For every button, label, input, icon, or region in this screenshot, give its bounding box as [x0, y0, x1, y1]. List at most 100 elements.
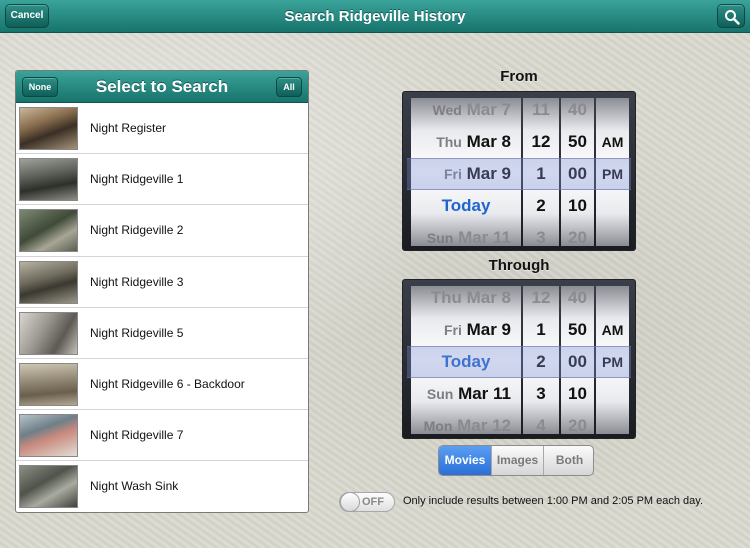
minute-option[interactable]: 10	[561, 378, 594, 410]
media-type-images-segment[interactable]: Images	[491, 446, 543, 475]
camera-name: Night Ridgeville 7	[90, 428, 184, 443]
camera-thumbnail	[19, 362, 78, 406]
minute-option[interactable]: 00	[561, 346, 594, 378]
ampm-option[interactable]	[596, 410, 629, 434]
date-label: Mar 9	[466, 164, 511, 183]
media-type-movies-segment[interactable]: Movies	[439, 446, 491, 475]
from-ampm-wheel[interactable]: AM PM	[596, 98, 629, 246]
date-option[interactable]: Mon Mar 12	[411, 410, 521, 434]
weekday-label: Fri	[443, 166, 462, 182]
date-option[interactable]: Thu Mar 8	[411, 286, 521, 314]
from-date-time-picker[interactable]: Wed Mar 7 Thu Mar 8 Fri Mar 9 Today Sun Mar …	[402, 91, 636, 251]
date-option[interactable]: Sun Mar 11	[411, 378, 521, 410]
camera-name: Night Register	[90, 121, 167, 135]
camera-list: Night Register Night Ridgeville 1 Night Ri…	[16, 103, 308, 512]
weekday-label: Thu	[436, 134, 462, 150]
minute-option[interactable]: 20	[561, 222, 594, 246]
hour-option[interactable]: 3	[523, 222, 559, 246]
hour-option[interactable]: 11	[523, 98, 559, 126]
camera-name: Night Ridgeville 1	[90, 172, 184, 187]
select-all-button[interactable]: All	[276, 77, 302, 97]
date-label: Mar 11	[458, 384, 511, 403]
ampm-option[interactable]	[596, 98, 629, 126]
date-label: Mar 11	[458, 228, 511, 246]
minute-option[interactable]: 20	[561, 410, 594, 434]
from-dates-wheel[interactable]: Wed Mar 7 Thu Mar 8 Fri Mar 9 Today Sun Mar …	[411, 98, 521, 246]
date-label: Today	[441, 196, 491, 215]
date-option[interactable]: Sun Mar 11	[411, 222, 521, 246]
date-label: Mar 12	[457, 416, 511, 434]
camera-row[interactable]: Night Ridgeville 3	[16, 257, 308, 308]
minute-option[interactable]: 00	[561, 158, 594, 190]
camera-row[interactable]: Night Wash Sink	[16, 461, 308, 512]
date-option[interactable]: Wed Mar 7	[411, 98, 521, 126]
from-hours-wheel[interactable]: 11 12 1 2 3	[523, 98, 559, 246]
ampm-option[interactable]	[596, 222, 629, 246]
page-title: Search Ridgeville History	[284, 8, 466, 25]
weekday-label: Sun	[426, 386, 454, 402]
camera-row[interactable]: Night Ridgeville 5	[16, 308, 308, 359]
from-minutes-wheel[interactable]: 40 50 00 10 20	[561, 98, 594, 246]
time-filter-description: Only include results between 1:00 PM and…	[403, 495, 704, 507]
search-button[interactable]	[717, 4, 745, 28]
date-label: Today	[441, 352, 491, 371]
hour-option[interactable]: 2	[523, 190, 559, 222]
weekday-label: Mon	[423, 418, 453, 434]
hour-option[interactable]: 1	[523, 314, 559, 346]
hour-option[interactable]: 1	[523, 158, 559, 190]
weekday-label: Fri	[443, 322, 462, 338]
from-label: From	[500, 68, 538, 85]
through-label: Through	[488, 257, 550, 274]
top-navigation-bar: Cancel Search Ridgeville History	[0, 0, 750, 33]
date-label: Thu Mar 8	[430, 288, 511, 307]
camera-thumbnail	[19, 414, 78, 458]
hour-option[interactable]: 2	[523, 346, 559, 378]
hour-option[interactable]: 3	[523, 378, 559, 410]
through-date-time-picker[interactable]: Thu Mar 8 Fri Mar 9 Today Sun Mar 11 Mon Mar…	[402, 279, 636, 439]
date-option[interactable]: Fri Mar 9	[411, 314, 521, 346]
camera-panel-title: Select to Search	[95, 77, 229, 96]
camera-thumbnail	[19, 465, 78, 509]
date-option[interactable]: Thu Mar 8	[411, 126, 521, 158]
date-option[interactable]: Fri Mar 9	[411, 158, 521, 190]
search-icon	[725, 10, 740, 25]
ampm-option[interactable]: PM	[596, 158, 629, 190]
weekday-label: Sun	[426, 230, 454, 246]
through-hours-wheel[interactable]: 12 1 2 3 4	[523, 286, 559, 434]
camera-row[interactable]: Night Ridgeville 7	[16, 410, 308, 462]
minute-option[interactable]: 40	[561, 98, 594, 126]
minute-option[interactable]: 10	[561, 190, 594, 222]
camera-name: Night Ridgeville 6 - Backdoor	[90, 376, 245, 391]
camera-thumbnail	[19, 158, 78, 202]
camera-row[interactable]: Night Ridgeville 6 - Backdoor	[16, 359, 308, 411]
toggle-state-label: OFF	[362, 496, 384, 508]
camera-thumbnail	[19, 107, 78, 150]
camera-row[interactable]: Night Ridgeville 1	[16, 154, 308, 206]
ampm-option[interactable]	[596, 286, 629, 314]
minute-option[interactable]: 50	[561, 314, 594, 346]
date-option[interactable]: Today	[411, 346, 521, 378]
media-type-both-segment[interactable]: Both	[543, 446, 593, 475]
ampm-option[interactable]: AM	[596, 126, 629, 158]
weekday-label: Wed	[432, 102, 462, 118]
time-filter-toggle[interactable]: OFF	[339, 492, 395, 512]
date-option[interactable]: Today	[411, 190, 521, 222]
hour-option[interactable]: 12	[523, 286, 559, 314]
ampm-option[interactable]: AM	[596, 314, 629, 346]
hour-option[interactable]: 4	[523, 410, 559, 434]
date-label: Mar 9	[466, 320, 511, 339]
camera-row[interactable]: Night Register	[16, 103, 308, 155]
through-ampm-wheel[interactable]: AM PM	[596, 286, 629, 434]
date-label: Mar 7	[466, 100, 511, 119]
through-minutes-wheel[interactable]: 40 50 00 10 20	[561, 286, 594, 434]
through-dates-wheel[interactable]: Thu Mar 8 Fri Mar 9 Today Sun Mar 11 Mon Mar…	[411, 286, 521, 434]
camera-thumbnail	[19, 260, 78, 304]
camera-name: Night Wash Sink	[90, 479, 179, 494]
minute-option[interactable]: 50	[561, 126, 594, 158]
ampm-option[interactable]	[596, 190, 629, 222]
ampm-option[interactable]: PM	[596, 346, 629, 378]
camera-row[interactable]: Night Ridgeville 2	[16, 205, 308, 257]
ampm-option[interactable]	[596, 378, 629, 410]
hour-option[interactable]: 12	[523, 126, 559, 158]
minute-option[interactable]: 40	[561, 286, 594, 314]
